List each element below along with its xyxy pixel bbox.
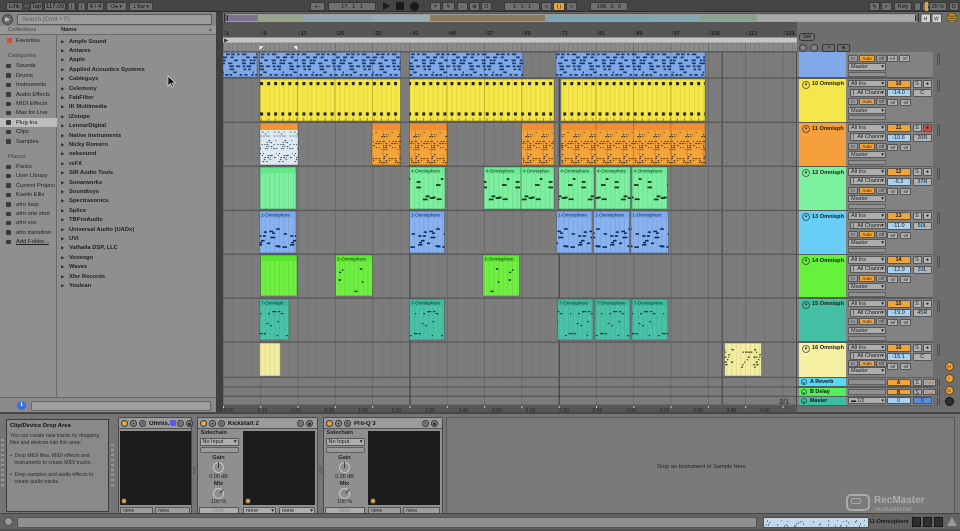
svg-text:1-Omnisphere: 1-Omnisphere	[595, 213, 625, 218]
svg-text:2/1: 2/1	[779, 397, 789, 406]
svg-text:4-Omnispher: 4-Omnispher	[523, 169, 550, 174]
svg-text:4-Omnisphere: 4-Omnisphere	[560, 169, 590, 174]
svg-text:57: 57	[487, 31, 493, 37]
svg-text:81: 81	[599, 31, 605, 37]
svg-text:4-Omnisphere: 4-Omnisphere	[486, 169, 516, 174]
svg-text:W: W	[934, 17, 939, 23]
svg-text:17: 17	[301, 31, 307, 37]
svg-text:97: 97	[674, 31, 680, 37]
svg-text:1: 1	[226, 31, 229, 37]
svg-text:9: 9	[263, 31, 266, 37]
svg-text:41: 41	[413, 31, 419, 37]
svg-text:25: 25	[338, 31, 344, 37]
svg-text:113: 113	[748, 31, 757, 37]
svg-text:H: H	[924, 17, 928, 23]
svg-text:7-Omnisph: 7-Omnisph	[261, 301, 284, 306]
svg-text:49: 49	[450, 31, 456, 37]
svg-text:89: 89	[636, 31, 642, 37]
svg-text:1-Omnisphere: 1-Omnisphere	[411, 213, 441, 218]
svg-text:5-Omnisphere: 5-Omnisphere	[485, 257, 515, 262]
svg-text:4-Omnisphere: 4-Omnisphere	[634, 169, 664, 174]
svg-text:4-Omnisphere: 4-Omnisphere	[411, 169, 441, 174]
svg-text:7-Omnisphere: 7-Omnisphere	[411, 301, 441, 306]
svg-text:7-Omnisphere: 7-Omnisphere	[634, 301, 664, 306]
svg-text:73: 73	[562, 31, 568, 37]
svg-text:7-Omnisphere: 7-Omnisphere	[559, 301, 589, 306]
svg-text:65: 65	[524, 31, 530, 37]
svg-text:1-Omnisphere: 1-Omnisphere	[558, 213, 588, 218]
svg-text:105: 105	[711, 31, 720, 37]
svg-text:5-Omnisphere: 5-Omnisphere	[337, 257, 367, 262]
svg-text:4-Omnisphere: 4-Omnisphere	[597, 169, 627, 174]
svg-text:1-Omnisphere: 1-Omnisphere	[261, 213, 291, 218]
svg-text:121: 121	[786, 31, 795, 37]
svg-text:7-Omnisphere: 7-Omnisphere	[597, 301, 627, 306]
svg-text:33: 33	[375, 31, 381, 37]
svg-text:1-Omnisphere: 1-Omnisphere	[633, 213, 663, 218]
